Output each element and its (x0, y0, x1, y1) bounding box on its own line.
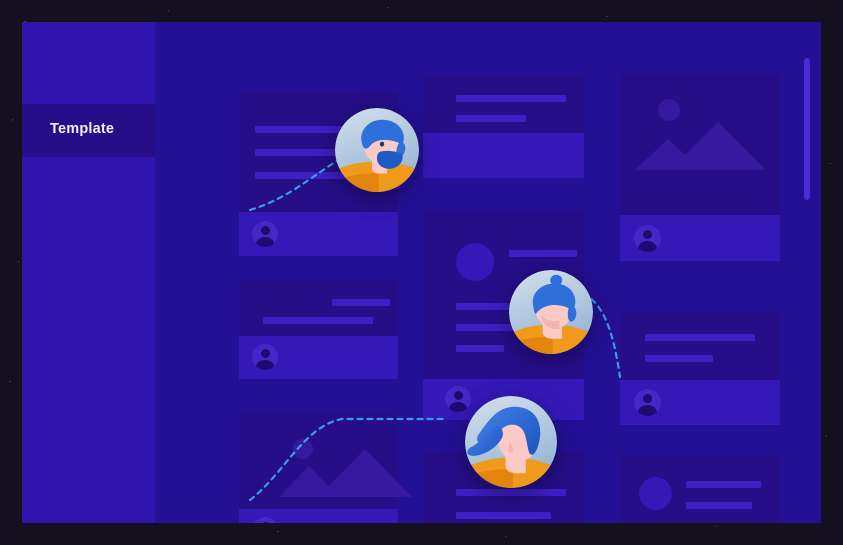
card-right-1-footer[interactable] (620, 215, 780, 261)
text-line (686, 481, 761, 488)
scrollbar-thumb[interactable] (804, 58, 810, 200)
text-line (456, 95, 566, 102)
user-avatar-icon (252, 517, 278, 523)
card-right-3[interactable] (620, 456, 780, 523)
user-avatar-icon (252, 221, 278, 247)
text-line (686, 502, 752, 509)
photo-placeholder-icon (239, 414, 412, 509)
avatar-topknot-person[interactable] (509, 270, 593, 354)
sidebar: Template (22, 22, 155, 523)
text-line (332, 299, 390, 306)
text-line (456, 345, 504, 352)
user-avatar-icon (634, 389, 661, 416)
text-line (456, 115, 526, 122)
card-left-3[interactable] (239, 414, 412, 509)
user-avatar-icon (252, 344, 278, 370)
photo-placeholder-icon (620, 74, 780, 215)
text-line (645, 334, 755, 341)
card-left-2-footer[interactable] (239, 336, 398, 379)
card-left-2[interactable] (239, 280, 398, 336)
avatar-long-hair-woman[interactable] (465, 396, 557, 488)
text-line (456, 489, 566, 496)
outer-frame: Template (0, 0, 843, 545)
user-avatar-icon (634, 225, 661, 252)
card-right-1[interactable] (620, 74, 780, 215)
card-left-1-footer[interactable] (239, 212, 398, 256)
text-line (263, 317, 373, 324)
card-right-2-footer[interactable] (620, 380, 780, 425)
card-left-3-footer[interactable] (239, 509, 398, 523)
card-right-2[interactable] (620, 312, 780, 380)
text-line (456, 512, 551, 519)
text-line (645, 355, 713, 362)
sidebar-item-label: Template (50, 121, 115, 137)
card-middle-1-footer[interactable] (423, 133, 584, 178)
avatar-bearded-man[interactable] (335, 108, 419, 192)
card-middle-1[interactable] (423, 75, 584, 133)
text-line (509, 250, 577, 257)
app-canvas: Template (22, 22, 821, 523)
user-avatar-icon (445, 386, 471, 412)
avatar-placeholder (639, 477, 672, 510)
avatar-placeholder (456, 243, 494, 281)
